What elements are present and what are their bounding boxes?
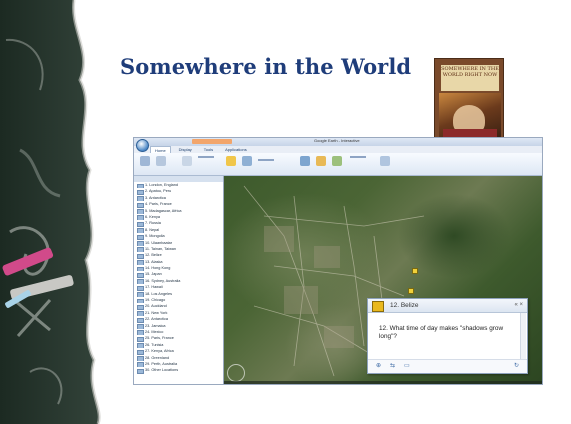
balloon-footer: ⊕ ⇆ ▭ ↻ bbox=[368, 359, 527, 373]
window-titlebar: Google Earth - Interactive bbox=[134, 138, 542, 146]
layer-item-label: 26. Tunisia bbox=[145, 342, 164, 347]
ribbon-button-sun[interactable] bbox=[316, 156, 326, 166]
layer-item-label: 4. Paris, France bbox=[145, 202, 172, 207]
balloon-scrollbar[interactable] bbox=[520, 313, 526, 359]
layer-item-label: 21. New York bbox=[145, 310, 168, 315]
layer-item-label: 12. Belize bbox=[145, 253, 162, 258]
window-title: Google Earth - Interactive bbox=[314, 138, 360, 143]
chalkboard-decoration bbox=[0, 0, 118, 424]
placemark-icon bbox=[372, 301, 384, 312]
book-cover-title: SOMEWHERE IN THE WORLD RIGHT NOW bbox=[441, 66, 499, 78]
copy-icon[interactable]: ▭ bbox=[404, 363, 410, 370]
map-status-bar bbox=[224, 381, 542, 384]
layer-item-label: 19. Chicago bbox=[145, 298, 166, 303]
tab-applications[interactable]: Applications bbox=[221, 146, 251, 153]
map-placemark[interactable] bbox=[412, 268, 418, 274]
slide-title: Somewhere in the World bbox=[120, 54, 412, 79]
layer-item-label: 22. Antarctica bbox=[145, 317, 169, 322]
ribbon-divider bbox=[258, 159, 274, 161]
titlebar-highlight bbox=[192, 139, 232, 144]
ribbon-divider bbox=[198, 156, 214, 158]
layer-item-label: 28. Greenland bbox=[145, 355, 170, 360]
slide: Somewhere in the World SOMEWHERE IN THE … bbox=[0, 0, 571, 424]
layer-item-label: 13. Alaska bbox=[145, 259, 163, 264]
balloon-controls[interactable]: « × bbox=[514, 301, 523, 310]
zoom-icon[interactable]: ⊕ bbox=[376, 363, 381, 370]
map-placemark[interactable] bbox=[408, 288, 414, 294]
layer-item-label: 20. Auckland bbox=[145, 304, 167, 309]
layer-item-label: 8. Nepal bbox=[145, 227, 160, 232]
layer-item-label: 6. Kenya bbox=[145, 214, 160, 219]
tab-home[interactable]: Home bbox=[150, 146, 171, 153]
navigation-control[interactable] bbox=[227, 364, 245, 382]
layer-item-label: 11. Tainan, Taiwan bbox=[145, 246, 177, 251]
layer-item-label: 15. Japan bbox=[145, 272, 162, 277]
layer-item-label: 16. Sydney, Australia bbox=[145, 278, 181, 283]
layer-item-label: 14. Hong Kong bbox=[145, 266, 171, 271]
layer-item-label: 9. Mongolia bbox=[145, 234, 165, 239]
layer-item-label: 3. Antarctica bbox=[145, 195, 166, 200]
ribbon-button-historical[interactable] bbox=[332, 156, 342, 166]
ribbon-button-open[interactable] bbox=[140, 156, 150, 166]
refresh-icon[interactable]: ↻ bbox=[514, 363, 519, 370]
ribbon-button-placemark[interactable] bbox=[182, 156, 192, 166]
balloon-question-text: 12. What time of day makes "shadows grow… bbox=[379, 325, 504, 340]
placemark-balloon: 12. Belize « × 12. What time of day make… bbox=[367, 298, 528, 374]
ribbon bbox=[134, 153, 542, 176]
layers-list: 1. London, England 2. Apatou, Peru 3. Anta… bbox=[134, 182, 223, 374]
layer-item-label: 17. Hawaii bbox=[145, 285, 163, 290]
ribbon-divider bbox=[350, 156, 366, 158]
layer-item-label: 5. Madagascar, Africa bbox=[145, 208, 182, 213]
layer-item-label: 18. Los Angeles bbox=[145, 291, 173, 296]
layer-item-label: 24. Mexico bbox=[145, 329, 164, 334]
ribbon-button-save[interactable] bbox=[156, 156, 166, 166]
layer-item-label: 23. Jamaica bbox=[145, 323, 166, 328]
ribbon-button-path[interactable] bbox=[242, 156, 252, 166]
layer-item[interactable]: 30. Other Locations bbox=[134, 367, 223, 374]
ribbon-tabs: Home Display Tools Applications bbox=[150, 146, 251, 153]
app-orb-button[interactable] bbox=[136, 139, 149, 152]
layer-item-label: 10. Ulaanbaatar bbox=[145, 240, 173, 245]
balloon-header: 12. Belize « × bbox=[368, 299, 527, 313]
layer-item-label: 2. Apatou, Peru bbox=[145, 189, 172, 194]
ribbon-button-tour[interactable] bbox=[300, 156, 310, 166]
layer-item-label: 27. Kenya, Africa bbox=[145, 349, 174, 354]
layers-panel: 1. London, England 2. Apatou, Peru 3. Anta… bbox=[134, 176, 224, 384]
ribbon-button-print[interactable] bbox=[380, 156, 390, 166]
layer-item-label: 30. Other Locations bbox=[145, 368, 179, 373]
balloon-title: 12. Belize bbox=[390, 302, 419, 309]
folder-icon bbox=[137, 368, 144, 374]
layer-item-label: 1. London, England bbox=[145, 183, 178, 187]
layer-item-label: 25. Paris, France bbox=[145, 336, 174, 341]
route-icon[interactable]: ⇆ bbox=[390, 363, 395, 370]
tab-tools[interactable]: Tools bbox=[200, 146, 217, 153]
layer-item-label: 7. Russia bbox=[145, 221, 161, 226]
tab-display[interactable]: Display bbox=[175, 146, 196, 153]
ribbon-button-add[interactable] bbox=[226, 156, 236, 166]
layer-item-label: 29. Perth, Australia bbox=[145, 361, 178, 366]
